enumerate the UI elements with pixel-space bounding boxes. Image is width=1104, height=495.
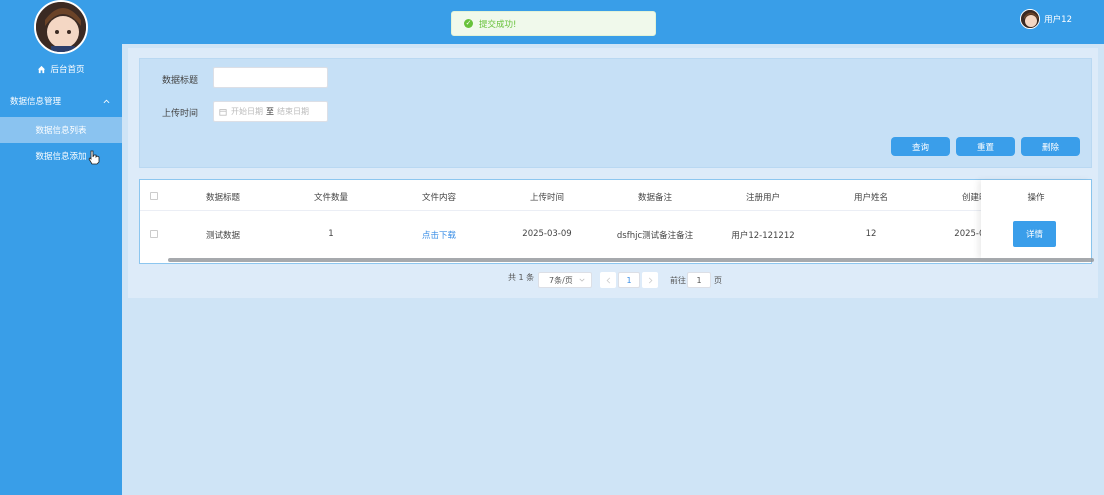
column-header: 用户姓名 <box>853 193 888 203</box>
delete-button[interactable]: 删除 <box>1021 137 1080 156</box>
sidebar-group-data-management[interactable]: 数据信息管理 <box>0 92 122 110</box>
sidebar-item-label: 数据信息添加 <box>35 152 87 162</box>
query-button[interactable]: 查询 <box>891 137 950 156</box>
fixed-action-column: 操作 详情 <box>981 180 1091 259</box>
search-form: 数据标题 上传时间 开始日期 至 结束日期 查询 重置 删除 <box>139 58 1092 168</box>
avatar-image <box>1021 10 1040 28</box>
goto-page-input[interactable]: 1 <box>687 272 711 288</box>
sidebar-item-data-list[interactable]: 数据信息列表 <box>0 117 122 143</box>
download-link[interactable]: 点击下载 <box>404 229 474 241</box>
avatar <box>34 0 88 54</box>
username: 用户12 <box>1044 15 1072 25</box>
column-header: 数据标题 <box>205 193 240 203</box>
user-avatar <box>1020 9 1041 29</box>
toast-message: 提交成功! <box>479 19 517 30</box>
cell-reg-user: 用户12-121212 <box>731 231 795 241</box>
chevron-left-icon <box>606 277 610 283</box>
chevron-down-icon <box>579 278 585 282</box>
column-header: 文件数量 <box>313 193 348 203</box>
table-header: 数据标题 文件数量 文件内容 上传时间 数据备注 注册用户 用户姓名 创建时间 <box>140 180 1091 211</box>
select-all-checkbox[interactable] <box>150 192 158 200</box>
sidebar-group-label: 数据信息管理 <box>10 97 62 107</box>
date-range-picker[interactable]: 开始日期 至 结束日期 <box>213 101 328 122</box>
chevron-up-icon <box>103 99 110 103</box>
column-header: 注册用户 <box>745 193 780 203</box>
sidebar-item-data-add[interactable]: 数据信息添加 <box>0 143 122 169</box>
column-header: 上传时间 <box>529 193 564 203</box>
data-table: 数据标题 文件数量 文件内容 上传时间 数据备注 注册用户 用户姓名 创建时间 … <box>139 179 1094 264</box>
column-header: 文件内容 <box>421 193 456 203</box>
page-size-select[interactable]: 7条/页 <box>538 272 592 288</box>
end-date-input[interactable]: 结束日期 <box>277 106 309 117</box>
start-date-input[interactable]: 开始日期 <box>231 106 263 117</box>
cell-user-name: 12 <box>865 229 877 239</box>
cell-file-count: 1 <box>328 229 334 239</box>
cell-upload-time: 2025-03-09 <box>522 229 572 239</box>
goto-label: 前往 <box>670 276 686 285</box>
page-number[interactable]: 1 <box>618 272 640 288</box>
pagination-total: 共 1 条 <box>508 273 535 282</box>
page-size-value: 7条/页 <box>549 275 573 285</box>
check-circle-icon: ✓ <box>464 19 473 28</box>
cell-remark: dsfhjc测试备注备注 <box>616 231 694 241</box>
column-header: 数据备注 <box>637 193 672 203</box>
horizontal-scrollbar[interactable] <box>168 258 1094 262</box>
title-label: 数据标题 <box>162 76 199 86</box>
chevron-right-icon <box>648 277 652 283</box>
cell-title: 测试数据 <box>205 231 240 241</box>
row-checkbox[interactable] <box>150 230 158 238</box>
table-row: 测试数据 1 点击下载 2025-03-09 dsfhjc测试备注备注 用户12… <box>140 211 1091 256</box>
success-toast: ✓ 提交成功! <box>451 11 656 36</box>
user-menu[interactable]: 用户12 <box>1020 9 1072 29</box>
avatar-image <box>36 2 86 52</box>
page-suffix: 页 <box>714 276 722 285</box>
sidebar-item-home[interactable]: 后台首页 <box>0 62 122 76</box>
title-input[interactable] <box>213 67 328 88</box>
prev-page-button[interactable] <box>600 272 616 288</box>
calendar-icon <box>219 108 227 116</box>
detail-button[interactable]: 详情 <box>1013 221 1056 247</box>
next-page-button[interactable] <box>642 272 658 288</box>
reset-button[interactable]: 重置 <box>956 137 1015 156</box>
upload-time-label: 上传时间 <box>162 109 199 119</box>
range-separator: 至 <box>266 107 274 116</box>
sidebar-item-label: 后台首页 <box>50 65 85 75</box>
hand-cursor-icon <box>88 150 100 165</box>
home-icon <box>38 65 46 73</box>
sidebar: 后台首页 数据信息管理 数据信息列表 数据信息添加 <box>0 0 122 495</box>
sidebar-item-label: 数据信息列表 <box>35 126 87 136</box>
column-header: 操作 <box>1027 193 1045 203</box>
